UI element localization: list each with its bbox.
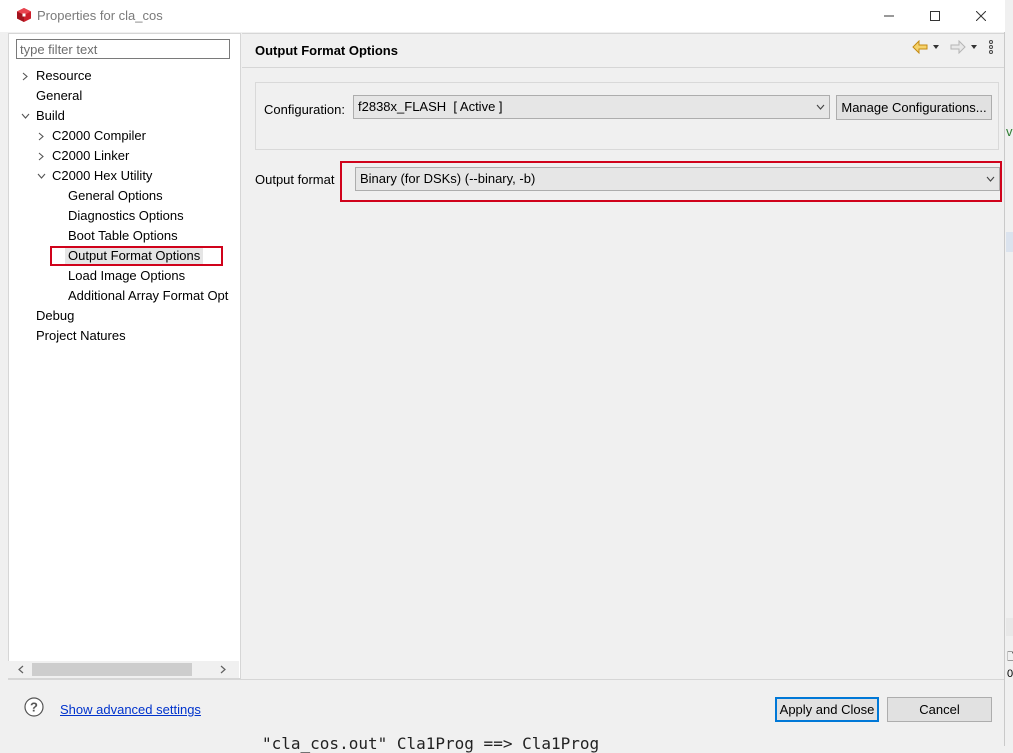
background-strip: [1006, 618, 1013, 636]
properties-dialog: Properties for cla_cos Resource General: [0, 0, 1005, 746]
title-bar[interactable]: Properties for cla_cos: [0, 0, 1005, 32]
close-icon: [976, 11, 986, 21]
background-file-icon: 🗋: [1007, 652, 1013, 663]
content-panel: Output Format Options Configuration: f28…: [242, 33, 1004, 679]
tree-item-label: C2000 Hex Utility: [52, 168, 153, 183]
tree-item-label: C2000 Linker: [52, 148, 130, 163]
view-menu-icon[interactable]: [988, 40, 994, 54]
tree-item-load-image-options[interactable]: Load Image Options: [9, 266, 240, 286]
tree-item-label: Diagnostics Options: [68, 208, 184, 223]
maximize-icon: [930, 11, 940, 21]
tree-item-diagnostics-options[interactable]: Diagnostics Options: [9, 206, 240, 226]
back-arrow-icon[interactable]: [912, 40, 928, 54]
tree-item-label: Additional Array Format Opt: [68, 288, 229, 303]
background-side-digit: 0: [1007, 668, 1013, 680]
forward-dropdown-icon[interactable]: [970, 44, 978, 50]
configuration-select[interactable]: f2838x_FLASH [ Active ]: [353, 95, 830, 119]
tree-item-general-options[interactable]: General Options: [9, 186, 240, 206]
configuration-label: Configuration:: [264, 102, 345, 117]
page-navigation: [912, 40, 994, 54]
tree-item-label: General: [36, 88, 83, 103]
output-format-highlight-box: [340, 161, 1002, 202]
tree-item-c2000-hex-utility[interactable]: C2000 Hex Utility: [9, 166, 240, 186]
tree-item-project-natures[interactable]: Project Natures: [9, 326, 240, 346]
svg-text:?: ?: [30, 700, 38, 715]
footer-separator: [8, 679, 1004, 680]
show-advanced-settings-link[interactable]: Show advanced settings: [60, 702, 201, 717]
tree-item-general[interactable]: General: [9, 86, 240, 106]
navigation-panel: Resource General Build C2000 Compiler: [8, 33, 241, 679]
help-icon[interactable]: ?: [24, 697, 44, 717]
tree-item-label: General Options: [68, 188, 163, 203]
tree-item-debug[interactable]: Debug: [9, 306, 240, 326]
scrollbar-thumb[interactable]: [32, 663, 192, 676]
background-side-letter: v: [1006, 124, 1013, 139]
apply-and-close-button[interactable]: Apply and Close: [775, 697, 879, 722]
tree-item-label: Boot Table Options: [68, 228, 178, 243]
tree-item-label: Build: [36, 108, 65, 123]
cancel-button[interactable]: Cancel: [887, 697, 992, 722]
tree-item-c2000-linker[interactable]: C2000 Linker: [9, 146, 240, 166]
window-title: Properties for cla_cos: [37, 8, 163, 23]
output-format-label: Output format: [255, 172, 335, 187]
tree-item-resource[interactable]: Resource: [9, 66, 240, 86]
header-separator: [242, 67, 1004, 68]
chevron-right-icon[interactable]: [19, 66, 31, 86]
chevron-down-icon: [816, 96, 825, 118]
chevron-right-icon[interactable]: [35, 126, 47, 146]
tree-item-additional-array-format-options[interactable]: Additional Array Format Opt: [9, 286, 240, 306]
maximize-button[interactable]: [912, 0, 958, 32]
forward-arrow-icon[interactable]: [950, 40, 966, 54]
background-code-text: "cla_cos.out" Cla1Prog ==> Cla1Prog: [262, 734, 600, 753]
scroll-right-icon[interactable]: [214, 661, 231, 678]
tree-item-label: Project Natures: [36, 328, 126, 343]
tree-item-label: Debug: [36, 308, 75, 323]
tree-item-build[interactable]: Build: [9, 106, 240, 126]
tree-item-label: C2000 Compiler: [52, 128, 146, 143]
minimize-icon: [884, 15, 894, 17]
horizontal-scrollbar[interactable]: [8, 661, 239, 678]
chevron-right-icon[interactable]: [35, 146, 47, 166]
app-logo-icon: [17, 8, 31, 22]
background-strip: [1006, 232, 1013, 252]
back-dropdown-icon[interactable]: [932, 44, 940, 50]
configuration-value: f2838x_FLASH [ Active ]: [358, 99, 503, 114]
tree-item-label: Load Image Options: [68, 268, 186, 283]
chevron-down-icon[interactable]: [19, 106, 31, 126]
configuration-group: Configuration: f2838x_FLASH [ Active ] M…: [255, 82, 999, 150]
chevron-down-icon[interactable]: [35, 166, 47, 186]
selection-highlight-box: [50, 246, 223, 266]
tree-item-c2000-compiler[interactable]: C2000 Compiler: [9, 126, 240, 146]
minimize-button[interactable]: [866, 0, 912, 32]
scroll-left-icon[interactable]: [12, 661, 29, 678]
close-button[interactable]: [958, 0, 1004, 32]
tree-item-boot-table-options[interactable]: Boot Table Options: [9, 226, 240, 246]
filter-input[interactable]: [16, 39, 230, 59]
tree-item-label: Resource: [36, 68, 92, 83]
page-title: Output Format Options: [255, 43, 398, 58]
manage-configurations-button[interactable]: Manage Configurations...: [836, 95, 992, 120]
